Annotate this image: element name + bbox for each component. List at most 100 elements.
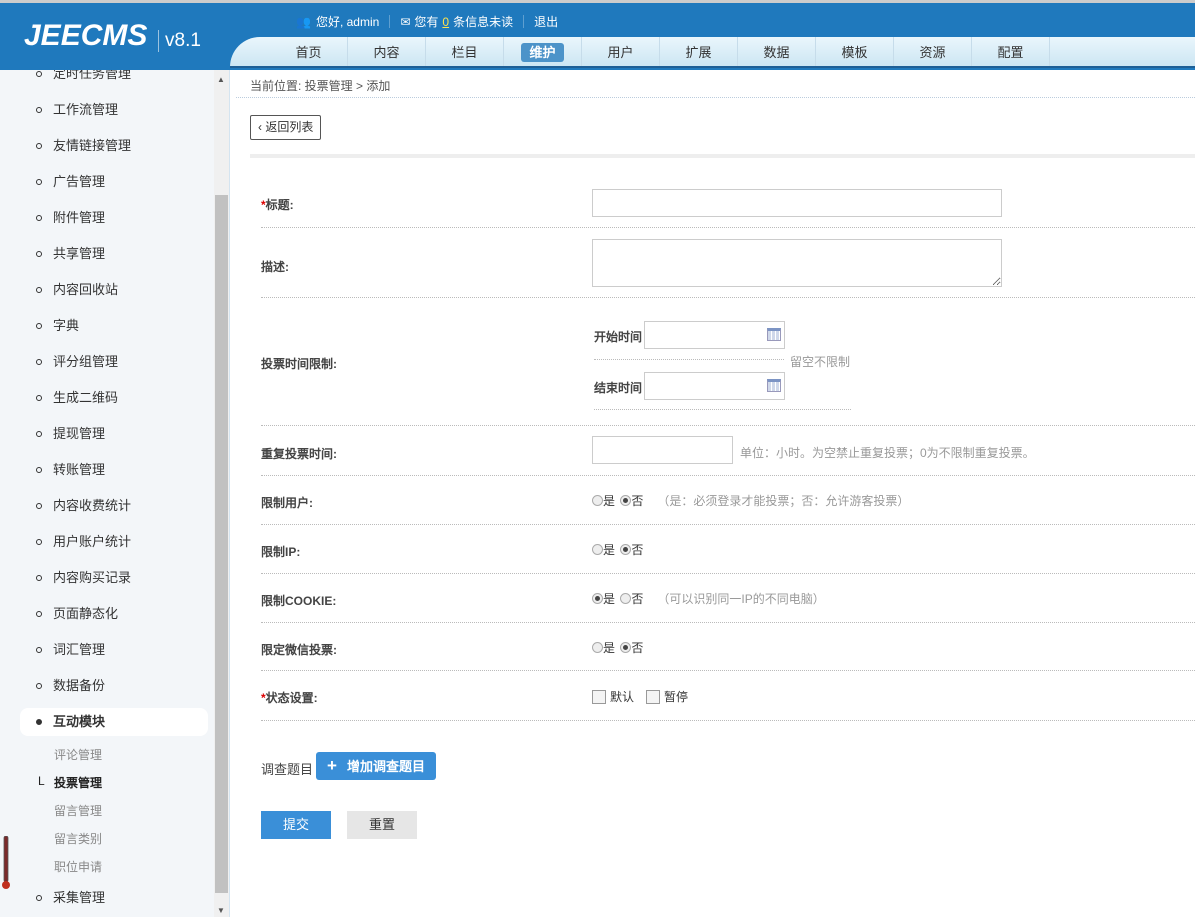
sidebar-item[interactable]: 用户账户统计	[20, 528, 208, 556]
sidebar-item[interactable]: 词汇管理	[20, 636, 208, 664]
end-time-label: 结束时间	[594, 381, 643, 395]
add-survey-button[interactable]: + 增加调查题目	[316, 752, 436, 780]
sidebar-item[interactable]: 采集管理	[20, 884, 208, 912]
status-default-checkbox[interactable]: 默认	[592, 688, 634, 705]
nav-tab-label: 内容	[373, 45, 400, 60]
sidebar-item-active[interactable]: 互动模块	[20, 708, 208, 736]
title-row: *标题:	[261, 170, 1195, 228]
sidebar-subitem[interactable]: 留言类别	[54, 830, 102, 847]
no-radio[interactable]	[620, 495, 632, 506]
title-label: *标题:	[261, 196, 294, 213]
nav-tab[interactable]: 首页	[270, 37, 348, 66]
scroll-up-icon[interactable]: ▲	[217, 75, 225, 84]
limit-cookie-row: 限制COOKIE: 是 否 （可以识别同一IP的不同电脑）	[261, 574, 1195, 623]
sidebar-item[interactable]: 生成二维码	[20, 384, 208, 412]
sidebar-item[interactable]: 转账管理	[20, 456, 208, 484]
bullet-icon	[36, 395, 42, 401]
nav-tab[interactable]: 用户	[582, 37, 660, 66]
sidebar-item[interactable]: 评分组管理	[20, 348, 208, 376]
nav-tab-label: 用户	[607, 45, 634, 60]
sidebar-scrollbar[interactable]: ▲ ▼	[214, 70, 229, 917]
repeat-hint: 单位：小时。为空禁止重复投票；0为不限制重复投票。	[740, 446, 1035, 460]
msg-prefix: 您有	[414, 15, 439, 29]
sidebar-subitem-label: 投票管理	[54, 776, 103, 790]
yes-radio[interactable]	[592, 593, 603, 604]
sidebar-subitem[interactable]: L 投票管理	[38, 774, 103, 791]
sidebar-item[interactable]: 附件管理	[20, 204, 208, 232]
survey-label: 调查题目	[261, 762, 314, 777]
sidebar-item-label: 广告管理	[53, 174, 106, 189]
description-textarea[interactable]	[592, 239, 1002, 287]
sidebar-subitem[interactable]: 评论管理	[54, 746, 102, 763]
nav-tab-label: 扩展	[685, 45, 712, 60]
no-radio[interactable]	[620, 642, 632, 653]
nav-tab[interactable]: 资源	[894, 37, 972, 66]
submit-button[interactable]: 提交	[261, 811, 331, 839]
sidebar-item-label: 用户账户统计	[53, 534, 132, 549]
bullet-icon	[36, 287, 42, 293]
no-radio[interactable]	[620, 544, 632, 555]
scroll-down-icon[interactable]: ▼	[217, 906, 225, 915]
nav-tab[interactable]: 配置	[972, 37, 1050, 66]
sidebar-subitem[interactable]: 职位申请	[54, 858, 102, 875]
sidebar-item[interactable]: 字典	[20, 312, 208, 340]
nav-tab[interactable]: 内容	[348, 37, 426, 66]
bullet-icon	[36, 71, 42, 77]
plus-icon: +	[327, 756, 337, 775]
logout-link[interactable]: 退出	[534, 13, 558, 30]
nav-tab[interactable]: 栏目	[426, 37, 504, 66]
sidebar-item-label: 附件管理	[53, 210, 106, 225]
calendar-icon[interactable]	[767, 379, 781, 392]
yes-radio[interactable]	[592, 495, 603, 506]
sidebar-item[interactable]: 定时任务管理	[20, 70, 208, 88]
sidebar-item[interactable]: 数据备份	[20, 672, 208, 700]
wechat-row: 限定微信投票: 是 否	[261, 623, 1195, 671]
sidebar-item-label: 共享管理	[53, 246, 106, 261]
sidebar-item[interactable]: 广告管理	[20, 168, 208, 196]
sidebar-item-label: 互动模块	[53, 714, 106, 729]
yes-label: 是	[603, 543, 616, 557]
title-input[interactable]	[592, 189, 1002, 217]
calendar-icon[interactable]	[767, 328, 781, 341]
back-to-list-button[interactable]: ‹ 返回列表	[250, 115, 322, 140]
scroll-thumb[interactable]	[215, 195, 228, 893]
nav-tab[interactable]: 数据	[738, 37, 816, 66]
sidebar-subitem-label: 留言管理	[54, 804, 103, 818]
yes-radio[interactable]	[592, 544, 603, 555]
sidebar-item[interactable]: 友情链接管理	[20, 132, 208, 160]
nav-tab[interactable]: 扩展	[660, 37, 738, 66]
sidebar-item[interactable]: 工作流管理	[20, 96, 208, 124]
no-label: 否	[631, 494, 644, 508]
no-radio[interactable]	[620, 593, 632, 604]
bullet-icon	[36, 683, 42, 689]
sidebar-item[interactable]: 页面静态化	[20, 600, 208, 628]
sidebar-item[interactable]: 内容收费统计	[20, 492, 208, 520]
desc-label: 描述:	[261, 260, 289, 274]
bullet-icon	[36, 895, 42, 901]
start-time-input[interactable]	[644, 321, 785, 349]
status-pause-label: 暂停	[664, 690, 689, 704]
sidebar-item[interactable]: 内容购买记录	[20, 564, 208, 592]
thermometer-icon	[2, 836, 10, 889]
sidebar-item[interactable]: 共享管理	[20, 240, 208, 268]
sidebar-subitem-label: 留言类别	[54, 832, 103, 846]
sidebar-item-label: 工作流管理	[53, 102, 119, 117]
sidebar-item-label: 内容收费统计	[53, 498, 132, 513]
reset-button[interactable]: 重置	[347, 811, 417, 839]
nav-tab[interactable]: 模板	[816, 37, 894, 66]
sidebar-item[interactable]: 提现管理	[20, 420, 208, 448]
back-label: 返回列表	[265, 120, 314, 134]
sidebar-subitem[interactable]: 留言管理	[54, 802, 102, 819]
sidebar-item-label: 内容购买记录	[53, 570, 132, 585]
end-time-input[interactable]	[644, 372, 785, 400]
wechat-label: 限定微信投票:	[261, 643, 337, 657]
sidebar-item[interactable]: 内容回收站	[20, 276, 208, 304]
status-pause-checkbox[interactable]: 暂停	[646, 688, 688, 705]
repeat-hours-input[interactable]	[592, 436, 733, 464]
yes-radio[interactable]	[592, 642, 603, 653]
yes-label: 是	[603, 494, 616, 508]
message-count-link[interactable]: 0	[442, 15, 449, 29]
nav-tab[interactable]: 维护	[504, 37, 582, 66]
status-label-text: 状态设置:	[265, 691, 318, 705]
limit_cookie-label: 限制COOKIE:	[261, 594, 337, 608]
